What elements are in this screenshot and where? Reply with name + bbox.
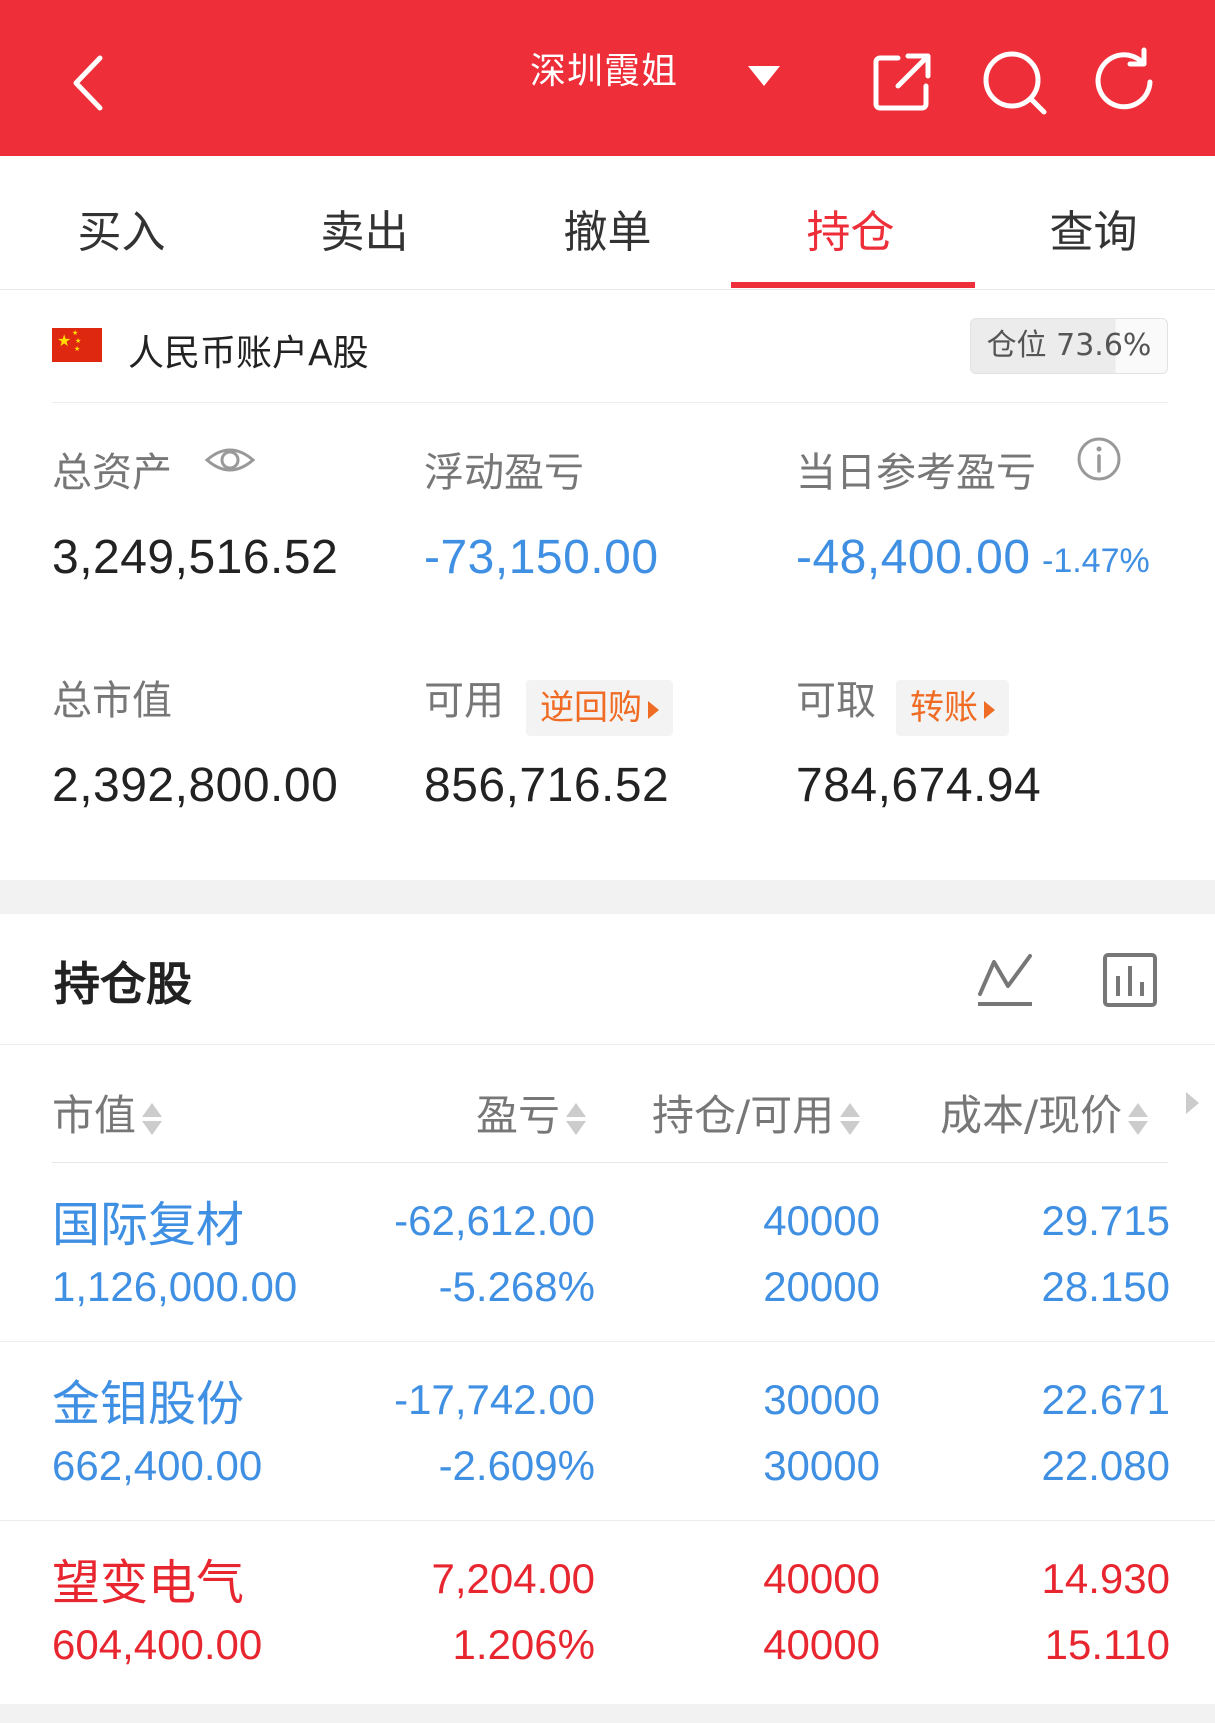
stock-available-qty: 30000	[763, 1442, 880, 1489]
floating-pl-value: -73,150.00	[424, 531, 659, 584]
column-hold-available-label: 持仓/可用	[652, 1091, 835, 1140]
stock-name: 望变电气	[52, 1555, 245, 1611]
position-value: 73.6%	[1056, 328, 1152, 363]
reverse-repo-label: 逆回购	[540, 688, 642, 728]
dropdown-triangle-icon[interactable]	[742, 58, 786, 94]
total-assets-value: 3,249,516.52	[52, 531, 339, 584]
stock-cost: 22.671	[1041, 1376, 1170, 1423]
account-name: 人民币账户A股	[128, 333, 369, 374]
column-market-value[interactable]: 市值	[52, 1082, 164, 1143]
tab-cancel[interactable]: 撤单	[486, 196, 729, 260]
stock-hold-qty: 40000	[763, 1555, 880, 1602]
withdrawable-label: 可取	[796, 678, 876, 724]
available-label: 可用	[424, 678, 504, 724]
account-summary: ★ ★ ★ ★ 人民币账户A股 仓位 73.6% 总资产 3,249,516.5…	[0, 290, 1215, 880]
stock-pl-percent: 1.206%	[452, 1621, 595, 1668]
bar-chart-icon[interactable]	[1102, 952, 1158, 1008]
table-row[interactable]: 金钼股份 662,400.00 -17,742.00 -2.609% 30000…	[0, 1342, 1215, 1521]
tab-holdings[interactable]: 持仓	[729, 196, 972, 260]
stock-market-value: 1,126,000.00	[52, 1263, 298, 1310]
share-external-icon[interactable]	[864, 44, 940, 120]
divider	[52, 402, 1168, 403]
stock-cost: 14.930	[1041, 1555, 1170, 1602]
stock-name: 金钼股份	[52, 1376, 245, 1432]
daily-pl-label: 当日参考盈亏	[796, 450, 1036, 496]
search-icon[interactable]	[976, 44, 1052, 120]
stock-pl: 7,204.00	[431, 1555, 596, 1602]
china-flag-icon: ★ ★ ★ ★	[52, 328, 102, 362]
holdings-panel: 持仓股 市值 盈亏 持仓/可用 成本/现价 国际复材 1,126,000.00 …	[0, 914, 1215, 1704]
stock-name: 国际复材	[52, 1197, 245, 1253]
position-label: 仓位	[986, 328, 1047, 363]
transfer-label: 转账	[910, 688, 978, 728]
stock-cost: 29.715	[1041, 1197, 1170, 1244]
back-arrow-icon[interactable]	[62, 50, 122, 116]
tab-sell[interactable]: 卖出	[243, 196, 486, 260]
stock-pl: -17,742.00	[394, 1376, 595, 1423]
reverse-repo-button[interactable]: 逆回购	[526, 680, 673, 736]
top-bar: 深圳霞姐	[0, 0, 1215, 156]
holdings-title: 持仓股	[54, 957, 192, 1011]
stock-price: 15.110	[1044, 1621, 1170, 1668]
caret-right-icon	[648, 700, 659, 719]
account-title[interactable]: 深圳霞姐	[530, 42, 678, 94]
info-icon[interactable]	[1076, 436, 1122, 482]
tab-query[interactable]: 查询	[972, 196, 1215, 260]
sort-icon	[1126, 1099, 1150, 1139]
sort-icon	[140, 1099, 164, 1139]
stock-price: 22.080	[1041, 1442, 1170, 1489]
stock-available-qty: 40000	[763, 1621, 880, 1668]
sort-icon	[838, 1099, 862, 1139]
divider	[0, 1044, 1215, 1045]
withdrawable-value: 784,674.94	[796, 759, 1042, 812]
stock-price: 28.150	[1041, 1263, 1170, 1310]
refresh-icon[interactable]	[1088, 44, 1164, 120]
column-pl[interactable]: 盈亏	[476, 1082, 588, 1143]
column-pl-label: 盈亏	[476, 1091, 561, 1140]
daily-pl-value: -48,400.00	[796, 531, 1031, 584]
position-ratio-badge: 仓位 73.6%	[970, 318, 1168, 374]
trade-tabs: 买入 卖出 撤单 持仓 查询	[0, 156, 1215, 290]
column-hold-available[interactable]: 持仓/可用	[652, 1082, 862, 1143]
daily-pl-percent: -1.47%	[1042, 542, 1150, 580]
sort-icon	[564, 1099, 588, 1139]
column-cost-price[interactable]: 成本/现价	[940, 1082, 1150, 1143]
stock-available-qty: 20000	[763, 1263, 880, 1310]
stock-pl-percent: -5.268%	[438, 1263, 595, 1310]
market-value-label: 总市值	[52, 678, 172, 724]
stock-pl-percent: -2.609%	[438, 1442, 595, 1489]
table-row[interactable]: 望变电气 604,400.00 7,204.00 1.206% 40000 40…	[0, 1521, 1215, 1700]
active-tab-indicator	[731, 282, 975, 288]
stock-pl: -62,612.00	[394, 1197, 595, 1244]
eye-icon[interactable]	[204, 434, 256, 486]
scroll-right-icon[interactable]	[1186, 1092, 1199, 1114]
caret-right-icon	[984, 700, 995, 719]
available-value: 856,716.52	[424, 759, 670, 812]
floating-pl-label: 浮动盈亏	[424, 450, 584, 496]
column-market-value-label: 市值	[52, 1091, 137, 1140]
total-assets-label: 总资产	[52, 450, 172, 496]
stock-hold-qty: 30000	[763, 1376, 880, 1423]
market-value-value: 2,392,800.00	[52, 759, 339, 812]
stock-hold-qty: 40000	[763, 1197, 880, 1244]
column-cost-price-label: 成本/现价	[940, 1091, 1123, 1140]
stock-market-value: 662,400.00	[52, 1442, 263, 1489]
tab-buy[interactable]: 买入	[0, 196, 243, 260]
trend-chart-icon[interactable]	[976, 952, 1034, 1008]
table-row[interactable]: 国际复材 1,126,000.00 -62,612.00 -5.268% 400…	[0, 1163, 1215, 1342]
stock-market-value: 604,400.00	[52, 1621, 263, 1668]
transfer-button[interactable]: 转账	[896, 680, 1009, 736]
